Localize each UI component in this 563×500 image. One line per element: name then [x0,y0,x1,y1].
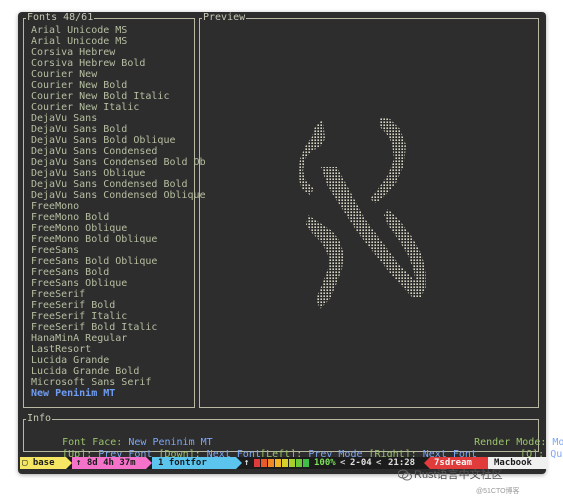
font-list-item[interactable]: DejaVu Sans Condensed Bold [31,179,206,190]
info-panel-title: Info [26,413,53,425]
quit-action[interactable]: Quit [550,449,563,460]
font-list-item[interactable]: DejaVu Sans Condensed Oblique [31,190,206,201]
wechat-icon [398,469,412,481]
font-list-item[interactable]: FreeMono Oblique [31,223,206,234]
font-list-item[interactable]: FreeSerif [31,289,206,300]
font-list[interactable]: Arial Unicode MS Arial Unicode MS Corsiva … [31,25,206,399]
status-session: 7sdream [430,457,488,469]
font-list-item[interactable]: FreeMono Bold [31,212,206,223]
font-list-item[interactable]: Arial Unicode MS [31,36,206,47]
info-panel: Info Font Face: New Peninim MT Render Mo… [23,413,563,460]
font-list-item[interactable]: HanaMinA Regular [31,333,206,344]
font-list-item[interactable]: Microsoft Sans Serif [31,377,206,388]
aleph-glyph [298,117,426,309]
font-list-item[interactable]: Courier New Bold [31,80,206,91]
font-list-item[interactable]: Courier New Bold Italic [31,91,206,102]
status-mode-label: base [32,458,55,468]
font-list-item[interactable]: Courier New Italic [31,102,206,113]
font-list-item[interactable]: FreeSans [31,245,206,256]
status-pane: 2-04 [350,458,372,468]
status-chevron-icon: < [340,458,346,468]
font-list-item[interactable]: Lucida Grande [31,355,206,366]
status-chevron-icon: < [376,458,382,468]
status-mode: ▢ base [20,457,66,469]
font-list-item[interactable]: FreeMono Bold Oblique [31,234,206,245]
font-list-item[interactable]: Arial Unicode MS [31,25,206,36]
watermark-sub: @51CTO博客 [476,488,520,495]
font-list-item[interactable]: Corsiva Hebrew Bold [31,58,206,69]
status-arrow: ↑ [244,458,250,468]
watermark: Rust语言中文社区 [414,469,503,481]
battery-icon [254,459,309,467]
font-list-item[interactable]: FreeSerif Bold [31,300,206,311]
font-list-item[interactable]: Lucida Grande Bold [31,366,206,377]
font-list-item[interactable]: FreeSans Oblique [31,278,206,289]
font-list-item[interactable]: DejaVu Sans Bold Oblique [31,135,206,146]
status-separator-icon [236,457,242,469]
font-list-item[interactable]: FreeSerif Bold Italic [31,322,206,333]
font-list-item[interactable]: DejaVu Sans [31,113,206,124]
font-list-item[interactable]: FreeSans Bold [31,267,206,278]
status-uptime: ↑ 8d 4h 37m [72,457,146,469]
font-list-item[interactable]: FreeSans Bold Oblique [31,256,206,267]
fonts-panel: Fonts 48/61 Arial Unicode MS Arial Unicod… [23,12,206,408]
status-battery: 100% [314,458,336,468]
status-window[interactable]: 1 fontfor [152,457,236,469]
font-list-item[interactable]: Courier New [31,69,206,80]
font-list-item[interactable]: New Peninim MT [31,388,206,399]
preview-panel: Preview [199,12,539,408]
font-list-item[interactable]: LastResort [31,344,206,355]
font-list-item[interactable]: DejaVu Sans Oblique [31,168,206,179]
fonts-panel-title: Fonts 48/61 [26,12,95,24]
font-list-item[interactable]: FreeMono [31,201,206,212]
font-list-item[interactable]: FreeSerif Italic [31,311,206,322]
status-host: Macbook [488,457,548,469]
font-list-item[interactable]: DejaVu Sans Bold [31,124,206,135]
status-bar: ▢ base ↑ 8d 4h 37m 1 fontfor ↑ 100% < 2-… [20,457,548,469]
font-list-item[interactable]: Corsiva Hebrew [31,47,206,58]
font-list-item[interactable]: DejaVu Sans Condensed [31,146,206,157]
font-list-item[interactable]: DejaVu Sans Condensed Bold Ob [31,157,206,168]
terminal-window: Fonts 48/61 Arial Unicode MS Arial Unicod… [18,12,563,474]
glyph-preview [298,117,426,309]
status-clock: 21:28 [388,458,416,468]
